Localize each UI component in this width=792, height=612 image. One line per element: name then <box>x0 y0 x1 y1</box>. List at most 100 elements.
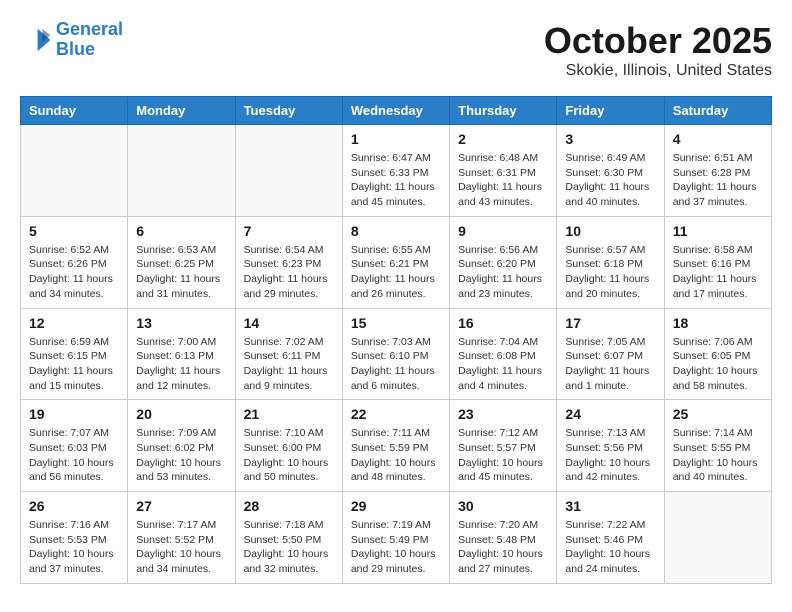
calendar-cell: 24 Sunrise: 7:13 AM Sunset: 5:56 PM Dayli… <box>557 400 664 492</box>
week-row: 26 Sunrise: 7:16 AM Sunset: 5:53 PM Dayli… <box>21 492 772 584</box>
weekday-header: Thursday <box>450 97 557 125</box>
calendar-cell: 4 Sunrise: 6:51 AM Sunset: 6:28 PM Daylig… <box>664 125 771 217</box>
day-number: 11 <box>673 223 763 239</box>
calendar-cell: 10 Sunrise: 6:57 AM Sunset: 6:18 PM Dayli… <box>557 216 664 308</box>
calendar: SundayMondayTuesdayWednesdayThursdayFrid… <box>20 96 772 584</box>
day-number: 22 <box>351 406 441 422</box>
calendar-cell: 13Sunrise: 7:00 AM Sunset: 6:13 PM Dayli… <box>128 308 235 400</box>
day-number: 2 <box>458 131 548 147</box>
calendar-cell: 21 Sunrise: 7:10 AM Sunset: 6:00 PM Dayli… <box>235 400 342 492</box>
calendar-cell: 31 Sunrise: 7:22 AM Sunset: 5:46 PM Dayli… <box>557 492 664 584</box>
day-info: Sunrise: 7:03 AM Sunset: 6:10 PM Dayligh… <box>351 335 441 394</box>
day-info: Sunrise: 7:22 AM Sunset: 5:46 PM Dayligh… <box>565 518 655 577</box>
day-number: 12 <box>29 315 119 331</box>
day-info: Sunrise: 6:55 AM Sunset: 6:21 PM Dayligh… <box>351 243 441 302</box>
day-info: Sunrise: 7:05 AM Sunset: 6:07 PM Dayligh… <box>565 335 655 394</box>
calendar-cell: 8 Sunrise: 6:55 AM Sunset: 6:21 PM Daylig… <box>342 216 449 308</box>
day-number: 3 <box>565 131 655 147</box>
day-number: 4 <box>673 131 763 147</box>
weekday-header: Wednesday <box>342 97 449 125</box>
day-info: Sunrise: 6:54 AM Sunset: 6:23 PM Dayligh… <box>244 243 334 302</box>
day-number: 6 <box>136 223 226 239</box>
day-number: 7 <box>244 223 334 239</box>
calendar-cell: 17 Sunrise: 7:05 AM Sunset: 6:07 PM Dayli… <box>557 308 664 400</box>
day-info: Sunrise: 7:00 AM Sunset: 6:13 PM Dayligh… <box>136 335 226 394</box>
day-info: Sunrise: 7:11 AM Sunset: 5:59 PM Dayligh… <box>351 426 441 485</box>
day-number: 5 <box>29 223 119 239</box>
day-info: Sunrise: 7:20 AM Sunset: 5:48 PM Dayligh… <box>458 518 548 577</box>
day-number: 21 <box>244 406 334 422</box>
day-number: 16 <box>458 315 548 331</box>
day-info: Sunrise: 6:57 AM Sunset: 6:18 PM Dayligh… <box>565 243 655 302</box>
calendar-cell: 19 Sunrise: 7:07 AM Sunset: 6:03 PM Dayli… <box>21 400 128 492</box>
day-info: Sunrise: 7:02 AM Sunset: 6:11 PM Dayligh… <box>244 335 334 394</box>
calendar-cell: 9Sunrise: 6:56 AM Sunset: 6:20 PM Daylig… <box>450 216 557 308</box>
day-number: 19 <box>29 406 119 422</box>
week-row: 5 Sunrise: 6:52 AM Sunset: 6:26 PM Daylig… <box>21 216 772 308</box>
calendar-cell: 18Sunrise: 7:06 AM Sunset: 6:05 PM Dayli… <box>664 308 771 400</box>
day-info: Sunrise: 7:12 AM Sunset: 5:57 PM Dayligh… <box>458 426 548 485</box>
day-number: 29 <box>351 498 441 514</box>
day-number: 30 <box>458 498 548 514</box>
day-info: Sunrise: 7:09 AM Sunset: 6:02 PM Dayligh… <box>136 426 226 485</box>
day-info: Sunrise: 6:51 AM Sunset: 6:28 PM Dayligh… <box>673 151 763 210</box>
calendar-cell: 15Sunrise: 7:03 AM Sunset: 6:10 PM Dayli… <box>342 308 449 400</box>
day-number: 31 <box>565 498 655 514</box>
calendar-cell: 12Sunrise: 6:59 AM Sunset: 6:15 PM Dayli… <box>21 308 128 400</box>
location: Skokie, Illinois, United States <box>544 62 772 80</box>
day-number: 20 <box>136 406 226 422</box>
day-info: Sunrise: 7:19 AM Sunset: 5:49 PM Dayligh… <box>351 518 441 577</box>
calendar-cell: 27Sunrise: 7:17 AM Sunset: 5:52 PM Dayli… <box>128 492 235 584</box>
day-number: 1 <box>351 131 441 147</box>
calendar-cell: 16Sunrise: 7:04 AM Sunset: 6:08 PM Dayli… <box>450 308 557 400</box>
calendar-cell: 14 Sunrise: 7:02 AM Sunset: 6:11 PM Dayli… <box>235 308 342 400</box>
weekday-header: Monday <box>128 97 235 125</box>
day-number: 17 <box>565 315 655 331</box>
calendar-cell <box>21 125 128 217</box>
calendar-cell: 3Sunrise: 6:49 AM Sunset: 6:30 PM Daylig… <box>557 125 664 217</box>
day-number: 8 <box>351 223 441 239</box>
day-info: Sunrise: 6:53 AM Sunset: 6:25 PM Dayligh… <box>136 243 226 302</box>
day-info: Sunrise: 6:47 AM Sunset: 6:33 PM Dayligh… <box>351 151 441 210</box>
day-number: 24 <box>565 406 655 422</box>
logo-text: General Blue <box>56 20 123 60</box>
calendar-cell <box>128 125 235 217</box>
day-info: Sunrise: 6:52 AM Sunset: 6:26 PM Dayligh… <box>29 243 119 302</box>
day-info: Sunrise: 7:13 AM Sunset: 5:56 PM Dayligh… <box>565 426 655 485</box>
day-number: 18 <box>673 315 763 331</box>
day-info: Sunrise: 7:16 AM Sunset: 5:53 PM Dayligh… <box>29 518 119 577</box>
calendar-cell <box>664 492 771 584</box>
logo: General Blue <box>20 20 123 60</box>
day-info: Sunrise: 6:48 AM Sunset: 6:31 PM Dayligh… <box>458 151 548 210</box>
title-block: October 2025 Skokie, Illinois, United St… <box>544 20 772 80</box>
calendar-cell: 11 Sunrise: 6:58 AM Sunset: 6:16 PM Dayli… <box>664 216 771 308</box>
weekday-header: Saturday <box>664 97 771 125</box>
month-title: October 2025 <box>544 20 772 62</box>
weekday-header: Tuesday <box>235 97 342 125</box>
calendar-cell: 1 Sunrise: 6:47 AM Sunset: 6:33 PM Daylig… <box>342 125 449 217</box>
page-header: General Blue October 2025 Skokie, Illino… <box>20 20 772 80</box>
week-row: 1 Sunrise: 6:47 AM Sunset: 6:33 PM Daylig… <box>21 125 772 217</box>
day-number: 14 <box>244 315 334 331</box>
calendar-cell: 28Sunrise: 7:18 AM Sunset: 5:50 PM Dayli… <box>235 492 342 584</box>
logo-line2: Blue <box>56 39 95 59</box>
day-number: 26 <box>29 498 119 514</box>
day-number: 25 <box>673 406 763 422</box>
calendar-cell: 20 Sunrise: 7:09 AM Sunset: 6:02 PM Dayli… <box>128 400 235 492</box>
calendar-cell: 7 Sunrise: 6:54 AM Sunset: 6:23 PM Daylig… <box>235 216 342 308</box>
calendar-cell: 26 Sunrise: 7:16 AM Sunset: 5:53 PM Dayli… <box>21 492 128 584</box>
day-info: Sunrise: 7:07 AM Sunset: 6:03 PM Dayligh… <box>29 426 119 485</box>
calendar-cell: 5 Sunrise: 6:52 AM Sunset: 6:26 PM Daylig… <box>21 216 128 308</box>
day-number: 27 <box>136 498 226 514</box>
day-number: 10 <box>565 223 655 239</box>
day-info: Sunrise: 7:14 AM Sunset: 5:55 PM Dayligh… <box>673 426 763 485</box>
day-info: Sunrise: 7:18 AM Sunset: 5:50 PM Dayligh… <box>244 518 334 577</box>
logo-icon <box>20 24 52 56</box>
calendar-cell: 6 Sunrise: 6:53 AM Sunset: 6:25 PM Daylig… <box>128 216 235 308</box>
calendar-cell: 30 Sunrise: 7:20 AM Sunset: 5:48 PM Dayli… <box>450 492 557 584</box>
weekday-header-row: SundayMondayTuesdayWednesdayThursdayFrid… <box>21 97 772 125</box>
day-info: Sunrise: 6:58 AM Sunset: 6:16 PM Dayligh… <box>673 243 763 302</box>
day-number: 23 <box>458 406 548 422</box>
calendar-cell: 22 Sunrise: 7:11 AM Sunset: 5:59 PM Dayli… <box>342 400 449 492</box>
day-info: Sunrise: 7:10 AM Sunset: 6:00 PM Dayligh… <box>244 426 334 485</box>
